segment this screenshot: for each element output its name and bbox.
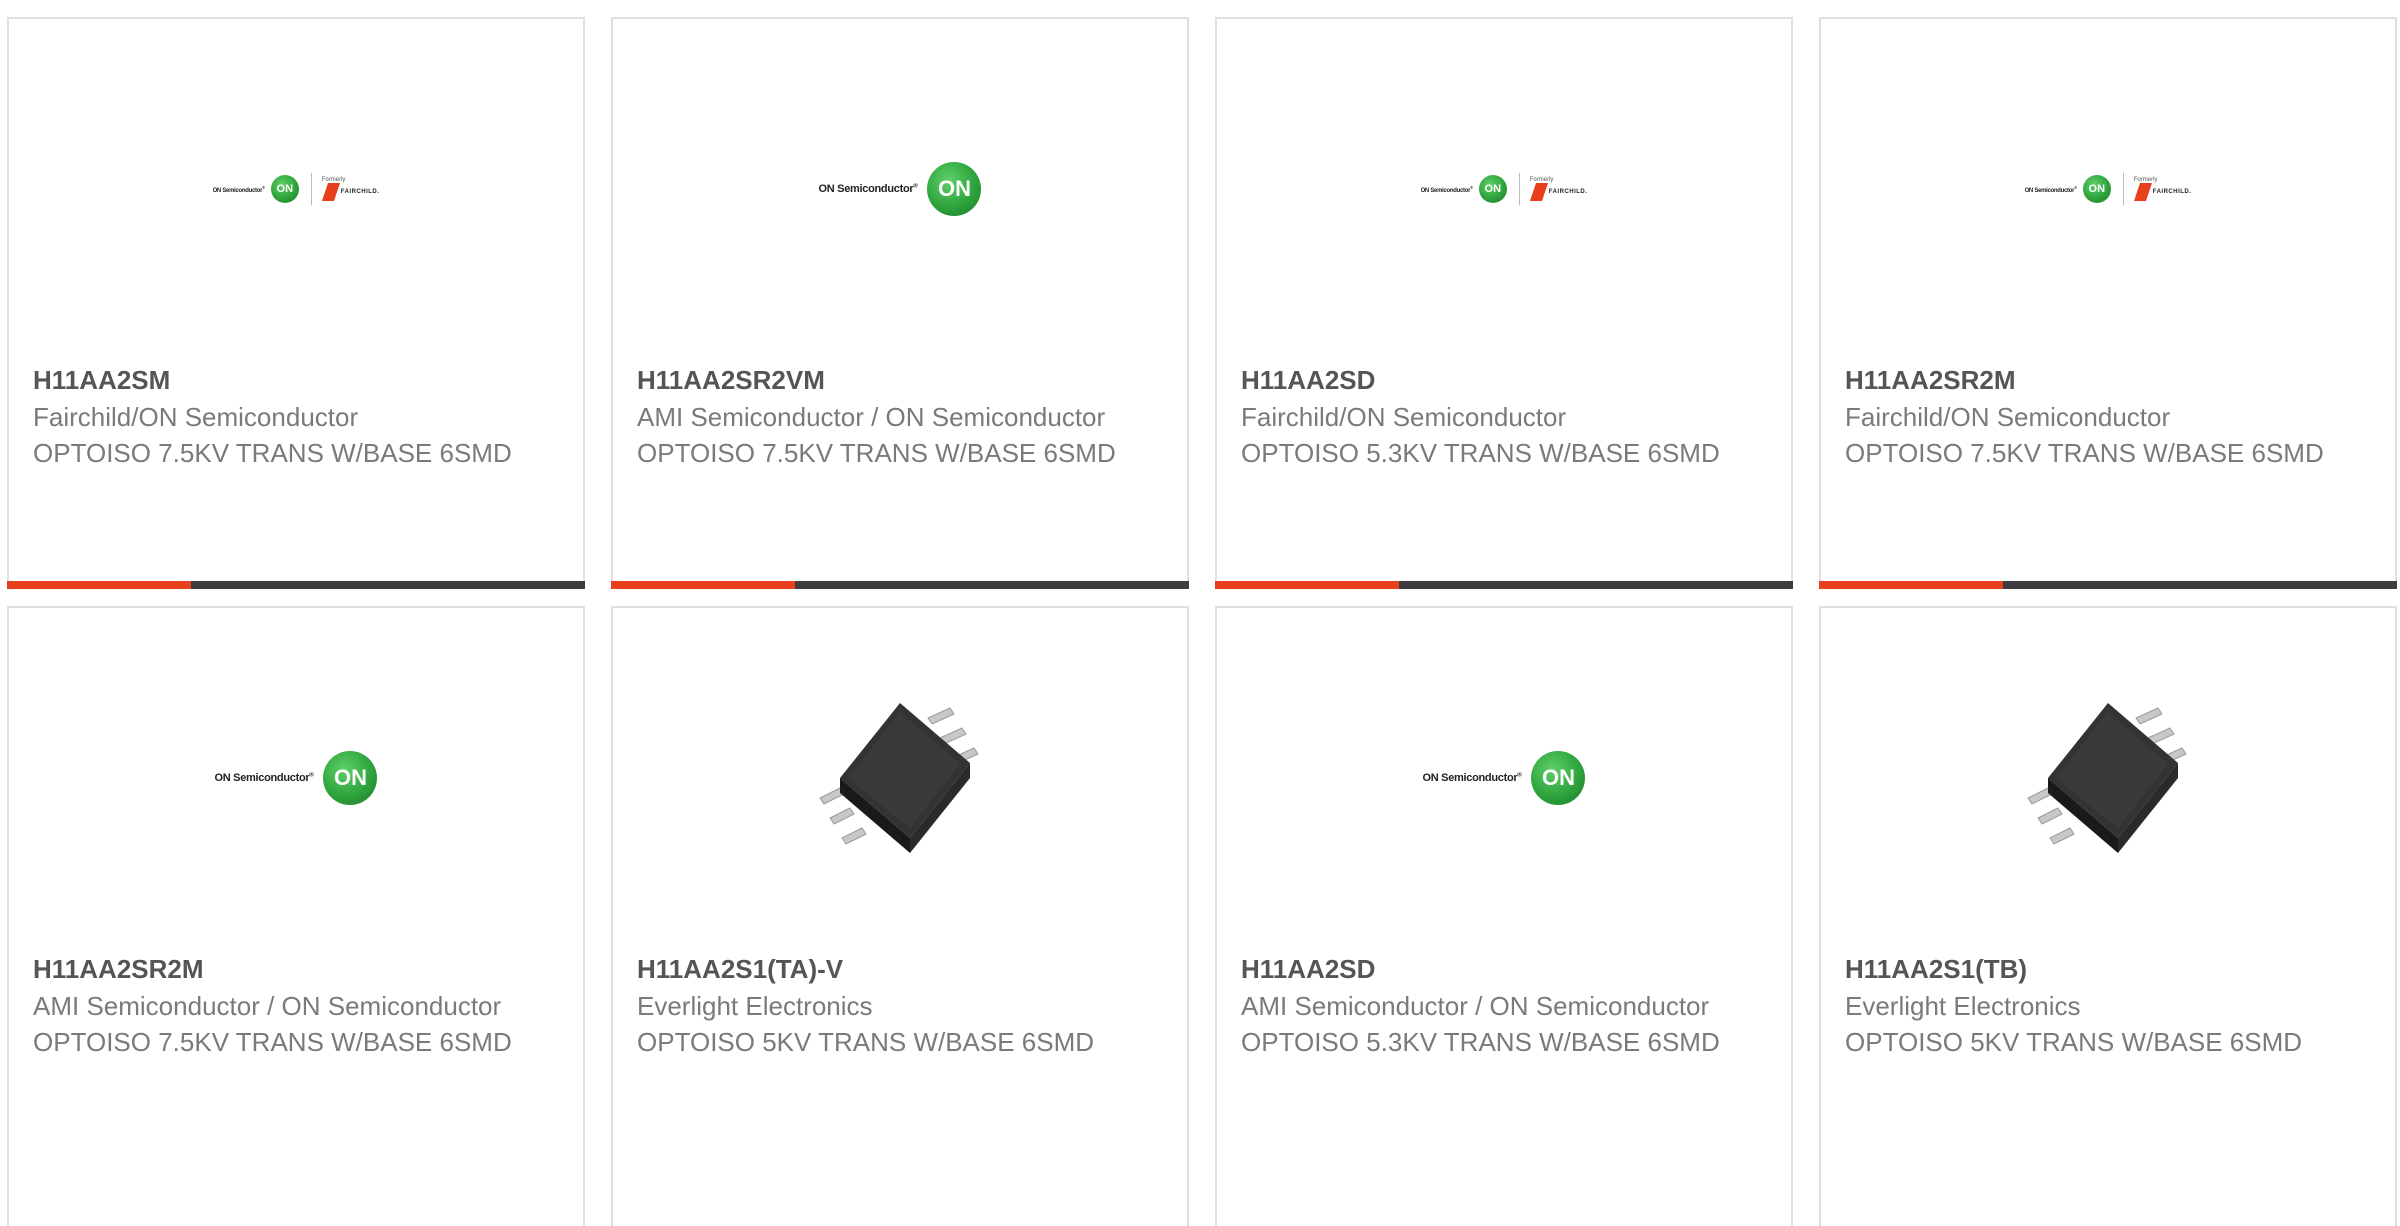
product-description: OPTOISO 7.5KV TRANS W/BASE 6SMD xyxy=(33,1027,512,1057)
manufacturer-name: Fairchild/ON Semiconductor xyxy=(33,402,359,432)
smd-chip-photo xyxy=(2008,678,2208,878)
product-description: OPTOISO 5.3KV TRANS W/BASE 6SMD xyxy=(1241,438,1720,468)
part-number[interactable]: H11AA2SD xyxy=(1241,951,1771,987)
product-card[interactable]: ON Semiconductor® ON Formerly FAIRCHILD.… xyxy=(1819,17,2397,589)
product-description: OPTOISO 7.5KV TRANS W/BASE 6SMD xyxy=(637,438,1116,468)
card-footer-accent xyxy=(1215,581,1399,589)
product-card[interactable]: H11AA2S1(TA)-V Everlight Electronics OPT… xyxy=(611,606,1189,1226)
part-number[interactable]: H11AA2S1(TB) xyxy=(1845,951,2375,987)
part-number[interactable]: H11AA2SM xyxy=(33,362,563,398)
product-grid: ON Semiconductor® ON Formerly FAIRCHILD.… xyxy=(0,0,2400,1226)
on-semiconductor-logo: ON Semiconductor® ON xyxy=(215,751,378,805)
manufacturer-name: AMI Semiconductor / ON Semiconductor xyxy=(1241,991,1710,1021)
on-fairchild-logo: ON Semiconductor® ON Formerly FAIRCHILD. xyxy=(1421,173,1588,205)
manufacturer-name: Fairchild/ON Semiconductor xyxy=(1241,402,1567,432)
part-number[interactable]: H11AA2SR2M xyxy=(33,951,563,987)
product-photo xyxy=(613,608,1187,948)
manufacturer-name: AMI Semiconductor / ON Semiconductor xyxy=(33,991,502,1021)
part-number[interactable]: H11AA2SR2M xyxy=(1845,362,2375,398)
manufacturer-logo: ON Semiconductor® ON xyxy=(1217,608,1791,948)
product-card[interactable]: H11AA2S1(TB) Everlight Electronics OPTOI… xyxy=(1819,606,2397,1226)
manufacturer-logo: ON Semiconductor® ON xyxy=(9,608,583,948)
product-card[interactable]: ON Semiconductor® ON H11AA2SR2VM AMI Sem… xyxy=(611,17,1189,589)
smd-chip-photo xyxy=(800,678,1000,878)
product-description: OPTOISO 7.5KV TRANS W/BASE 6SMD xyxy=(33,438,512,468)
product-card[interactable]: ON Semiconductor® ON Formerly FAIRCHILD.… xyxy=(7,17,585,589)
manufacturer-name: AMI Semiconductor / ON Semiconductor xyxy=(637,402,1106,432)
part-number[interactable]: H11AA2S1(TA)-V xyxy=(637,951,1167,987)
on-semiconductor-logo: ON Semiconductor® ON xyxy=(1423,751,1586,805)
product-description: OPTOISO 5.3KV TRANS W/BASE 6SMD xyxy=(1241,1027,1720,1057)
manufacturer-logo: ON Semiconductor® ON Formerly FAIRCHILD. xyxy=(1821,19,2395,359)
product-card[interactable]: ON Semiconductor® ON Formerly FAIRCHILD.… xyxy=(1215,17,1793,589)
on-fairchild-logo: ON Semiconductor® ON Formerly FAIRCHILD. xyxy=(2025,173,2192,205)
part-number[interactable]: H11AA2SR2VM xyxy=(637,362,1167,398)
product-card[interactable]: ON Semiconductor® ON H11AA2SD AMI Semico… xyxy=(1215,606,1793,1226)
card-footer-accent xyxy=(7,581,191,589)
manufacturer-name: Fairchild/ON Semiconductor xyxy=(1845,402,2171,432)
product-description: OPTOISO 5KV TRANS W/BASE 6SMD xyxy=(637,1027,1095,1057)
on-semiconductor-logo: ON Semiconductor® ON xyxy=(819,162,982,216)
manufacturer-logo: ON Semiconductor® ON Formerly FAIRCHILD. xyxy=(1217,19,1791,359)
product-description: OPTOISO 5KV TRANS W/BASE 6SMD xyxy=(1845,1027,2303,1057)
card-footer-accent xyxy=(611,581,795,589)
product-photo xyxy=(1821,608,2395,948)
card-footer-bar xyxy=(611,581,1189,589)
card-footer-bar xyxy=(7,581,585,589)
product-description: OPTOISO 7.5KV TRANS W/BASE 6SMD xyxy=(1845,438,2324,468)
part-number[interactable]: H11AA2SD xyxy=(1241,362,1771,398)
card-footer-bar xyxy=(1215,581,1793,589)
card-footer-bar xyxy=(1819,581,2397,589)
manufacturer-name: Everlight Electronics xyxy=(1845,991,2081,1021)
product-card[interactable]: ON Semiconductor® ON H11AA2SR2M AMI Semi… xyxy=(7,606,585,1226)
manufacturer-logo: ON Semiconductor® ON Formerly FAIRCHILD. xyxy=(9,19,583,359)
manufacturer-logo: ON Semiconductor® ON xyxy=(613,19,1187,359)
card-footer-accent xyxy=(1819,581,2003,589)
manufacturer-name: Everlight Electronics xyxy=(637,991,873,1021)
on-fairchild-logo: ON Semiconductor® ON Formerly FAIRCHILD. xyxy=(213,173,380,205)
